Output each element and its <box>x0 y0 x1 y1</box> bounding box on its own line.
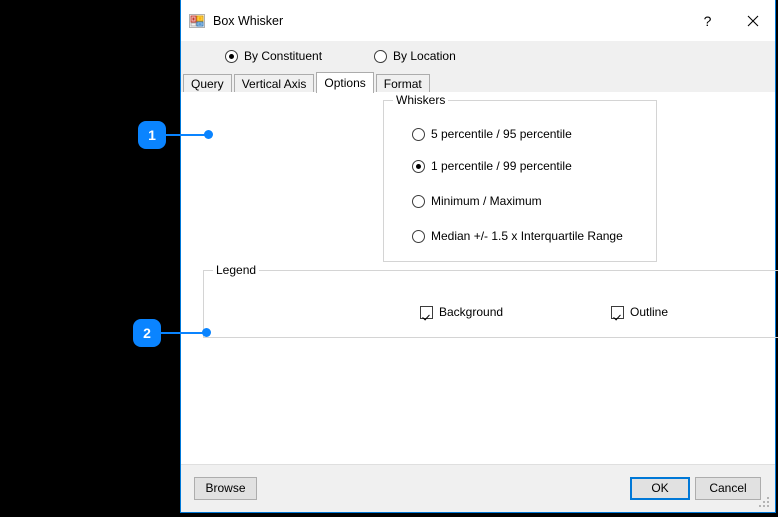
radio-mark-icon <box>225 50 238 63</box>
radio-by-constituent[interactable]: By Constituent <box>225 49 322 63</box>
radio-minimum-maximum[interactable]: Minimum / Maximum <box>412 194 542 208</box>
window-title: Box Whisker <box>213 14 685 28</box>
callout-badge-2[interactable]: 2 <box>133 319 161 347</box>
radio-mark-icon <box>412 160 425 173</box>
callout-dot-1 <box>204 130 213 139</box>
browse-button[interactable]: Browse <box>194 477 257 500</box>
radio-by-location[interactable]: By Location <box>374 49 456 63</box>
radio-mark-icon <box>374 50 387 63</box>
mode-selector: By Constituent By Location <box>181 41 775 71</box>
radio-1-99-percentile-label: 1 percentile / 99 percentile <box>431 159 572 173</box>
title-bar: Box Whisker ? <box>181 0 775 41</box>
tab-query[interactable]: Query <box>183 74 232 92</box>
legend-group: Legend Background Outline <box>203 270 778 338</box>
checkmark-icon <box>611 306 624 319</box>
whiskers-group-title: Whiskers <box>393 93 448 107</box>
radio-1-99-percentile[interactable]: 1 percentile / 99 percentile <box>412 159 572 173</box>
radio-by-constituent-label: By Constituent <box>244 49 322 63</box>
radio-mark-icon <box>412 195 425 208</box>
radio-5-95-percentile[interactable]: 5 percentile / 95 percentile <box>412 127 572 141</box>
dialog-button-bar: Browse OK Cancel <box>181 464 775 512</box>
checkbox-background-label: Background <box>439 305 503 319</box>
radio-5-95-percentile-label: 5 percentile / 95 percentile <box>431 127 572 141</box>
whiskers-group: Whiskers 5 percentile / 95 percentile 1 … <box>383 100 657 262</box>
windows-forms-icon <box>189 13 205 29</box>
radio-by-location-label: By Location <box>393 49 456 63</box>
callout-line-1 <box>166 134 208 136</box>
checkbox-outline-label: Outline <box>630 305 668 319</box>
checkbox-outline[interactable]: Outline <box>611 305 668 319</box>
tab-options[interactable]: Options <box>316 72 373 93</box>
tab-page-options: Whiskers 5 percentile / 95 percentile 1 … <box>181 91 775 464</box>
tab-format[interactable]: Format <box>376 74 430 92</box>
radio-mark-icon <box>412 128 425 141</box>
radio-median-iqr-label: Median +/- 1.5 x Interquartile Range <box>431 229 623 243</box>
callout-badge-1[interactable]: 1 <box>138 121 166 149</box>
cancel-button[interactable]: Cancel <box>695 477 761 500</box>
help-button[interactable]: ? <box>685 6 730 36</box>
ok-button[interactable]: OK <box>630 477 690 500</box>
radio-minimum-maximum-label: Minimum / Maximum <box>431 194 542 208</box>
legend-group-title: Legend <box>213 263 259 277</box>
tab-strip: Query Vertical Axis Options Format <box>181 71 775 92</box>
checkmark-icon <box>420 306 433 319</box>
checkbox-background[interactable]: Background <box>420 305 503 319</box>
radio-median-iqr[interactable]: Median +/- 1.5 x Interquartile Range <box>412 229 623 243</box>
callout-dot-2 <box>202 328 211 337</box>
tab-vertical-axis[interactable]: Vertical Axis <box>234 74 315 92</box>
close-icon[interactable] <box>730 6 775 36</box>
radio-mark-icon <box>412 230 425 243</box>
callout-line-2 <box>161 332 206 334</box>
box-whisker-dialog: Box Whisker ? By Constituent By Location… <box>180 0 776 513</box>
resize-grip[interactable] <box>759 497 771 509</box>
